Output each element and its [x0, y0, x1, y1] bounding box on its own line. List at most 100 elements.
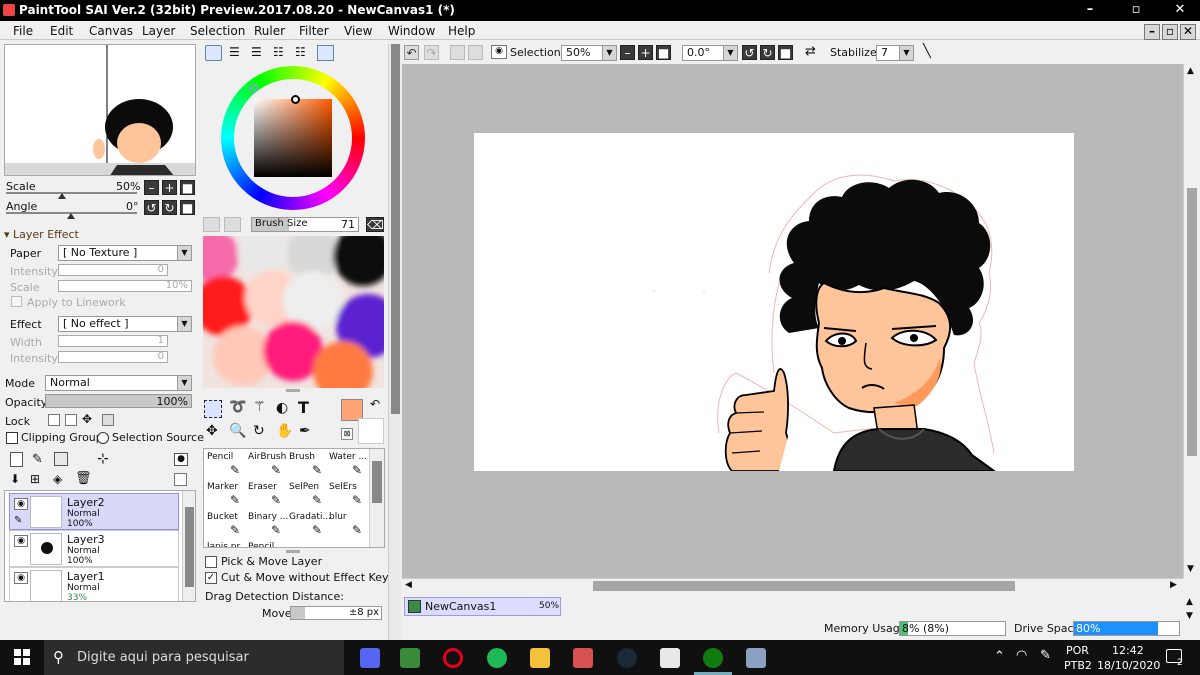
hsv-slider-tab-icon[interactable]: ☰ — [251, 45, 262, 59]
visibility-eye-icon[interactable]: ◉ — [14, 535, 28, 547]
left-panels-scrollbar-thumb[interactable] — [391, 44, 400, 414]
hue-picker-handle[interactable] — [249, 84, 258, 93]
steam-icon[interactable] — [617, 648, 637, 668]
canvas-page[interactable] — [474, 133, 1074, 471]
palette-tab-icon[interactable] — [317, 45, 334, 61]
canvas-hscroll-thumb[interactable] — [593, 581, 1015, 591]
menu-selection[interactable]: Selection — [190, 24, 245, 38]
prev-color-icon[interactable] — [203, 217, 220, 232]
paper-select[interactable]: [ No Texture ] ▼ — [58, 245, 192, 261]
next-color-icon[interactable] — [224, 217, 241, 232]
swatch-tab-icon[interactable]: ☷ — [273, 45, 284, 59]
zoom-out-button[interactable]: – — [144, 180, 159, 195]
scroll-down-icon[interactable]: ▼ — [1186, 611, 1193, 621]
pick-move-checkbox[interactable] — [205, 556, 217, 568]
scroll-up-icon[interactable]: ▲ — [1186, 597, 1193, 607]
hand-tool-icon[interactable]: ✋ — [276, 423, 293, 439]
transparent-color-icon[interactable]: ⊠ — [341, 428, 353, 440]
add-layer-icon[interactable]: ⊞ — [30, 472, 40, 486]
layer-row-layer1[interactable]: ◉ Layer1 Normal 33% — [9, 567, 179, 601]
toolbar-rotate-right-button[interactable]: ↻ — [760, 45, 775, 60]
brush-tool-slot[interactable]: Marker ✎ — [206, 479, 246, 508]
brush-tool-slot[interactable]: Gradati... ✎ — [288, 509, 331, 538]
rotate-left-button[interactable]: ↺ — [144, 200, 159, 215]
lock-move-icon[interactable]: ✥ — [82, 412, 92, 426]
menu-canvas[interactable]: Canvas — [89, 24, 133, 38]
brush-tool-slot[interactable]: Pencil✎ — [206, 449, 246, 478]
document-tab[interactable]: NewCanvas1 50% — [404, 597, 561, 616]
invert-selection-button[interactable] — [468, 45, 483, 60]
copy-layer-icon[interactable] — [174, 473, 187, 486]
sv-picker-handle[interactable] — [291, 95, 300, 104]
brush-tool-slot[interactable]: Water ... ✎ — [328, 449, 368, 478]
maximize-button[interactable]: ▫ — [1116, 2, 1156, 17]
navigator-preview[interactable] — [4, 44, 196, 176]
menu-help[interactable]: Help — [448, 24, 475, 38]
brush-tool-slot[interactable]: AirBrush ✎ — [247, 449, 287, 478]
clock-time[interactable]: 12:42 — [1112, 644, 1144, 657]
layer-settings-icon[interactable]: ⊹ — [97, 451, 109, 467]
menu-file[interactable]: File — [13, 24, 33, 38]
toolbar-zoom-out-button[interactable]: – — [620, 45, 635, 60]
brush-tool-slot[interactable]: Eraser ✎ — [247, 479, 287, 508]
zoom-reset-button[interactable]: ■ — [180, 180, 195, 195]
canvas-viewport[interactable] — [402, 64, 1183, 578]
brush-size-slider[interactable]: Brush Size 71 — [251, 217, 359, 232]
task-manager-icon[interactable] — [400, 648, 420, 668]
rect-select-icon[interactable] — [204, 400, 222, 418]
toolbar-rotate-reset-button[interactable]: ■ — [778, 45, 793, 60]
tools-scrollbar[interactable] — [369, 449, 384, 547]
selection-pen-icon[interactable]: ◐ — [276, 400, 288, 416]
move-distance-slider[interactable]: ±8 px — [290, 606, 382, 620]
eyedropper-icon[interactable]: ✒ — [299, 423, 311, 439]
scroll-down-icon[interactable]: ▼ — [1187, 564, 1194, 574]
toolbar-zoom-in-button[interactable]: + — [638, 45, 653, 60]
layer-row-layer2[interactable]: ◉ ✎ Layer2 Normal 100% — [9, 493, 179, 530]
scratchpad-tab-icon[interactable]: ☷ — [295, 45, 306, 59]
menu-filter[interactable]: Filter — [299, 24, 329, 38]
scroll-up-icon[interactable]: ▲ — [1187, 66, 1194, 76]
brush-tool-slot[interactable]: Binary ... ✎ — [247, 509, 288, 538]
rotate-tool-icon[interactable]: ↻ — [253, 423, 265, 439]
deselect-button[interactable] — [450, 45, 465, 60]
scroll-left-icon[interactable]: ◀ — [405, 580, 412, 590]
tray-chevron-up-icon[interactable]: ⌃ — [994, 649, 1005, 664]
zoom-tool-icon[interactable]: 🔍 — [229, 423, 246, 439]
color-wheel-tab-icon[interactable] — [205, 45, 222, 61]
opacity-slider[interactable]: 100% — [45, 394, 192, 408]
brush-tool-slot[interactable]: blur ✎ — [328, 509, 368, 538]
inner-close-button[interactable]: ✕ — [1180, 24, 1196, 40]
redo-button[interactable]: ↷ — [424, 45, 439, 60]
lock-pixels-icon[interactable] — [48, 414, 60, 426]
visibility-eye-icon[interactable]: ◉ — [14, 572, 28, 584]
scale-slider[interactable] — [6, 192, 137, 194]
brush-tool-slot[interactable]: Brush ✎ — [288, 449, 328, 478]
clipping-group-checkbox[interactable] — [6, 432, 18, 444]
lang-primary[interactable]: POR — [1066, 644, 1089, 657]
toolbar-zoom-reset-button[interactable]: ■ — [656, 45, 671, 60]
toolbar-rotate-left-button[interactable]: ↺ — [742, 45, 757, 60]
selection-source-radio[interactable] — [97, 432, 109, 444]
flip-horizontal-icon[interactable]: ⇄ — [805, 44, 816, 59]
menu-view[interactable]: View — [344, 24, 372, 38]
menu-window[interactable]: Window — [388, 24, 435, 38]
panel-splitter[interactable] — [286, 389, 300, 392]
character-app-icon[interactable] — [660, 648, 680, 668]
taskbar-search-box[interactable]: ⚲ Digite aqui para pesquisar — [44, 640, 344, 675]
tools-splitter[interactable] — [286, 550, 300, 553]
menu-layer[interactable]: Layer — [142, 24, 175, 38]
undo-button[interactable]: ↶ — [404, 45, 419, 60]
clear-layer-icon[interactable]: ◈ — [53, 472, 62, 486]
windows-start-icon[interactable] — [14, 649, 30, 665]
effect-select[interactable]: [ No effect ] ▼ — [58, 316, 192, 332]
xbox-icon[interactable] — [703, 648, 723, 668]
text-tool-icon[interactable]: T — [298, 398, 309, 417]
rgb-slider-tab-icon[interactable]: ☰ — [229, 45, 240, 59]
trash-icon[interactable]: 🗑 — [75, 471, 92, 486]
brush-tool-slot[interactable]: SelErs ✎ — [328, 479, 368, 508]
minimize-button[interactable]: – — [1070, 2, 1110, 17]
menu-edit[interactable]: Edit — [50, 24, 73, 38]
brush-tool-slot[interactable]: Pencil✎ — [247, 539, 287, 547]
canvas-horizontal-scrollbar[interactable]: ◀ ▶ — [402, 578, 1183, 593]
eraser-toggle-icon[interactable]: ⌫ — [366, 217, 384, 232]
